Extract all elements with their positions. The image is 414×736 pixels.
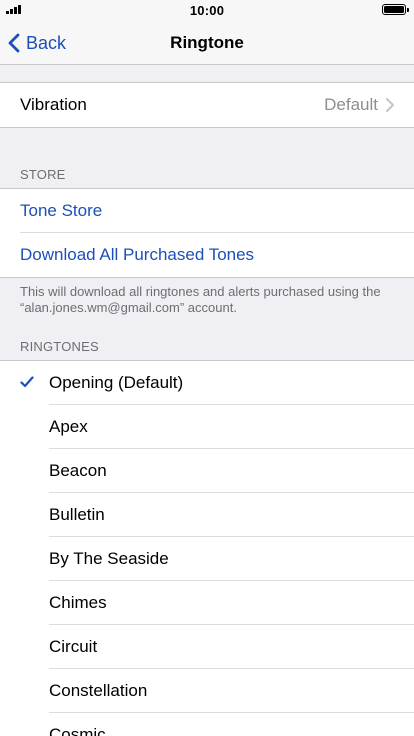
ringtones-section-header: RINGTONES (20, 339, 99, 354)
download-all-link: Download All Purchased Tones (20, 245, 255, 264)
vibration-value: Default (324, 95, 378, 114)
store-footer-note: This will download all ringtones and ale… (20, 284, 381, 315)
ringtone-item[interactable]: Chimes (0, 581, 414, 625)
vibration-group: Vibration Default (0, 82, 414, 128)
ringtone-label: Opening (Default) (49, 373, 184, 392)
vibration-label: Vibration (20, 95, 87, 114)
store-group: Tone Store Download All Purchased Tones (0, 188, 414, 278)
ringtone-item[interactable]: Cosmic (0, 713, 414, 736)
ringtone-label: Constellation (49, 681, 148, 700)
checkmark-icon (20, 376, 34, 388)
ringtone-label: Bulletin (49, 505, 105, 524)
page-title: Ringtone (170, 33, 244, 52)
status-time: 10:00 (189, 3, 225, 18)
ringtone-item[interactable]: Beacon (0, 449, 414, 493)
ringtone-label: By The Seaside (49, 549, 169, 568)
vibration-row[interactable]: Vibration Default (0, 83, 414, 127)
ringtone-settings-screen: 10:00 Back Ringtone Vibration Default ST… (0, 0, 414, 736)
ringtone-item[interactable]: By The Seaside (0, 537, 414, 581)
download-all-row[interactable]: Download All Purchased Tones (0, 233, 414, 277)
ringtone-item[interactable]: Constellation (0, 669, 414, 713)
ringtone-item[interactable]: Bulletin (0, 493, 414, 537)
ringtone-label: Cosmic (49, 725, 106, 736)
tone-store-link: Tone Store (20, 201, 103, 220)
status-bar: 10:00 (0, 0, 414, 22)
battery-icon (382, 4, 409, 15)
ringtone-label: Apex (49, 417, 88, 436)
ringtone-label: Chimes (49, 593, 107, 612)
ringtone-item[interactable]: Opening (Default) (0, 361, 414, 405)
ringtone-label: Beacon (49, 461, 107, 480)
tone-store-row[interactable]: Tone Store (0, 189, 414, 233)
navigation-bar: Back Ringtone (0, 22, 414, 65)
ringtone-label: Circuit (49, 637, 98, 656)
store-section-header: STORE (20, 167, 66, 182)
ringtones-list: Opening (Default) Apex Beacon Bulletin B… (0, 360, 414, 736)
ringtone-item[interactable]: Apex (0, 405, 414, 449)
ringtone-item[interactable]: Circuit (0, 625, 414, 669)
chevron-right-icon (386, 98, 394, 112)
